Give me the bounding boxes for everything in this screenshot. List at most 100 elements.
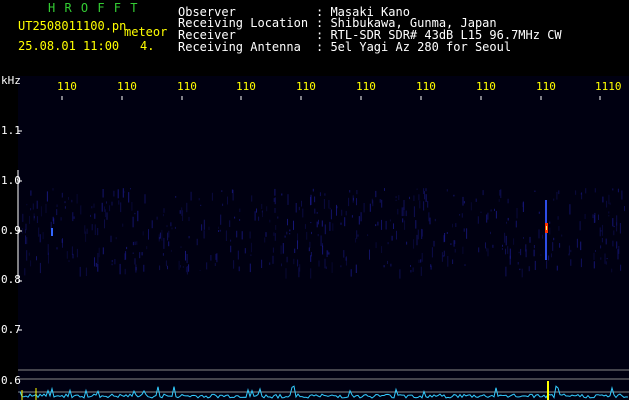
noise-streak — [345, 257, 347, 261]
y-tick-label: 0.7 — [1, 323, 21, 336]
noise-streak — [360, 212, 362, 222]
noise-streak — [310, 252, 312, 257]
noise-streak — [299, 264, 301, 272]
y-tick-label: 0.6 — [1, 374, 21, 387]
noise-streak — [251, 195, 253, 202]
noise-streak — [356, 198, 357, 206]
noise-streak — [280, 245, 282, 255]
noise-streak — [320, 235, 322, 246]
noise-streak — [505, 248, 506, 255]
meteor-echo-core — [546, 226, 547, 230]
noise-streak — [521, 268, 523, 278]
noise-streak — [79, 266, 81, 277]
noise-streak — [250, 242, 252, 253]
noise-streak — [66, 251, 68, 259]
noise-streak — [190, 191, 192, 201]
noise-streak — [420, 259, 422, 263]
noise-streak — [162, 213, 164, 217]
noise-streak — [287, 218, 288, 226]
noise-streak — [111, 201, 113, 206]
noise-streak — [410, 265, 411, 267]
noise-streak — [322, 245, 324, 255]
noise-streak — [600, 230, 602, 232]
noise-streak — [605, 261, 607, 265]
noise-streak — [616, 222, 618, 232]
noise-streak — [323, 199, 325, 209]
noise-streak — [151, 220, 153, 229]
noise-streak — [454, 248, 456, 253]
noise-streak — [505, 235, 507, 246]
noise-streak — [375, 242, 377, 249]
noise-streak — [397, 208, 399, 215]
noise-streak — [452, 259, 454, 264]
noise-streak — [33, 215, 35, 219]
noise-streak — [94, 257, 95, 267]
noise-streak — [350, 269, 352, 277]
noise-streak — [308, 247, 310, 252]
noise-streak — [76, 194, 78, 204]
noise-streak — [369, 203, 371, 212]
noise-streak — [417, 229, 419, 240]
noise-streak — [523, 237, 524, 239]
noise-streak — [556, 265, 558, 271]
noise-streak — [466, 228, 468, 239]
noise-streak — [85, 267, 87, 276]
noise-streak — [396, 230, 397, 240]
noise-streak — [381, 219, 382, 230]
noise-streak — [413, 195, 415, 201]
noise-streak — [178, 260, 180, 270]
echo-trace — [51, 228, 53, 236]
noise-streak — [165, 260, 167, 267]
plot-area — [18, 76, 629, 400]
noise-streak — [30, 190, 32, 196]
noise-streak — [608, 214, 610, 217]
noise-streak — [318, 219, 319, 225]
noise-streak — [264, 237, 266, 243]
noise-streak — [68, 197, 69, 200]
noise-streak — [141, 252, 143, 256]
noise-streak — [490, 209, 492, 212]
x-tick-label: 110 — [416, 80, 436, 93]
noise-streak — [461, 213, 463, 218]
noise-streak — [262, 210, 263, 218]
noise-streak — [214, 263, 216, 266]
noise-streak — [310, 196, 311, 206]
noise-streak — [584, 214, 586, 219]
noise-streak — [487, 212, 489, 220]
noise-streak — [420, 266, 422, 276]
noise-streak — [115, 237, 117, 240]
noise-streak — [158, 236, 160, 240]
noise-streak — [273, 232, 275, 236]
noise-streak — [534, 260, 536, 270]
noise-streak — [355, 238, 357, 243]
noise-streak — [101, 202, 103, 212]
noise-streak — [85, 231, 87, 242]
noise-streak — [480, 211, 482, 213]
noise-streak — [128, 192, 130, 203]
noise-streak — [393, 223, 394, 229]
noise-streak — [282, 243, 284, 254]
noise-streak — [167, 232, 169, 241]
noise-streak — [40, 206, 42, 217]
noise-streak — [446, 189, 448, 192]
noise-streak — [273, 198, 275, 202]
noise-streak — [24, 268, 26, 276]
noise-streak — [410, 270, 412, 273]
y-tick-label: 0.9 — [1, 224, 21, 237]
noise-streak — [534, 190, 536, 192]
noise-streak — [558, 226, 560, 231]
noise-streak — [56, 204, 58, 207]
noise-streak — [171, 227, 173, 230]
y-tick-label: 1.0 — [1, 174, 21, 187]
noise-streak — [269, 219, 271, 223]
noise-streak — [485, 242, 486, 249]
noise-streak — [181, 207, 183, 216]
noise-streak — [421, 252, 423, 262]
noise-streak — [592, 214, 594, 219]
noise-streak — [170, 222, 172, 227]
noise-streak — [97, 253, 99, 263]
noise-streak — [167, 265, 168, 270]
noise-streak — [222, 203, 224, 206]
noise-streak — [98, 247, 100, 258]
noise-streak — [502, 244, 503, 247]
